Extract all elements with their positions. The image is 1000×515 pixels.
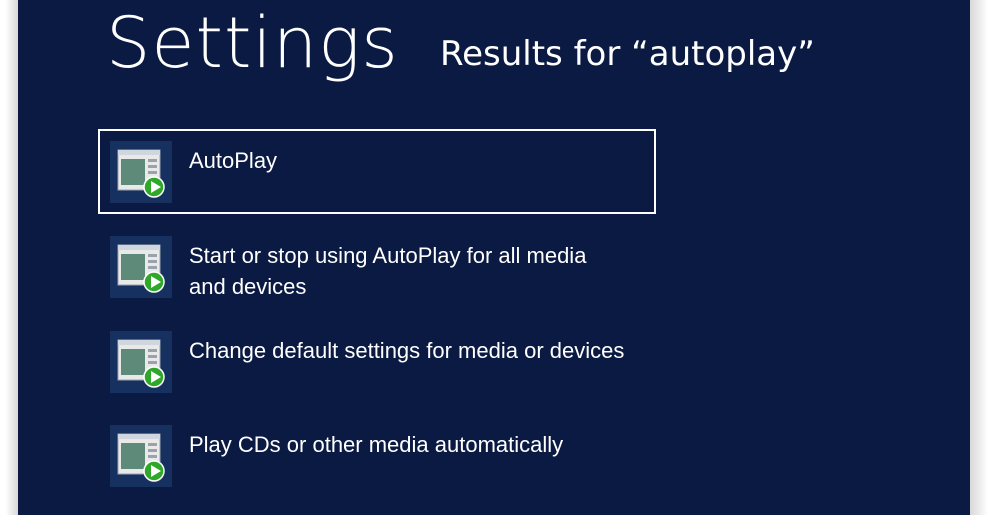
result-item-play-cds-automatically[interactable]: Play CDs or other media automatically — [98, 413, 656, 497]
result-item-change-default-settings[interactable]: Change default settings for media or dev… — [98, 319, 656, 403]
autoplay-settings-icon — [110, 331, 172, 393]
result-label: AutoPlay — [189, 148, 278, 173]
result-item-autoplay[interactable]: AutoPlay — [98, 129, 656, 214]
page-title: Settings — [106, 2, 399, 84]
left-edge-shadow — [0, 0, 18, 515]
search-results-subtitle: Results for “autoplay” — [440, 34, 815, 74]
result-label: Start or stop using AutoPlay for all med… — [189, 243, 587, 299]
result-item-start-stop-autoplay[interactable]: Start or stop using AutoPlay for all med… — [98, 224, 656, 308]
autoplay-settings-icon — [110, 141, 172, 203]
result-label: Change default settings for media or dev… — [189, 338, 625, 363]
result-label: Play CDs or other media automatically — [189, 432, 564, 457]
autoplay-settings-icon — [110, 236, 172, 298]
autoplay-settings-icon — [110, 425, 172, 487]
right-edge-shadow — [970, 0, 1000, 515]
